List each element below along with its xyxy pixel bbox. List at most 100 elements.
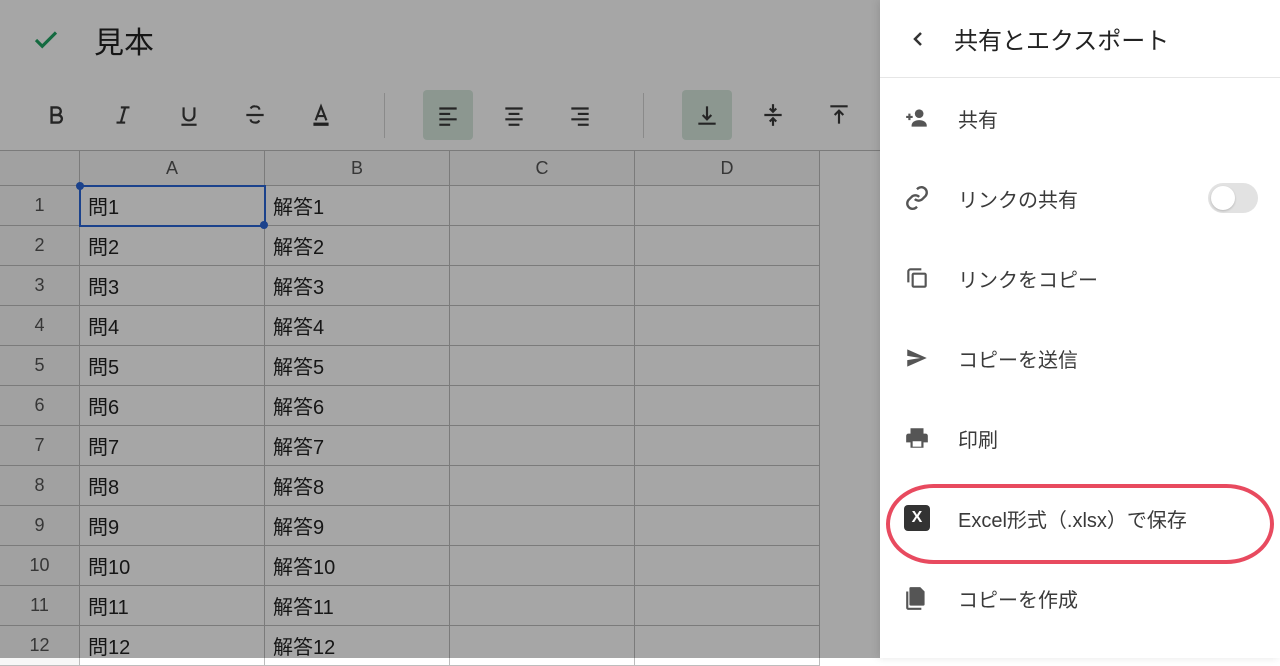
row-header[interactable]: 4 (0, 306, 80, 346)
valign-bottom-button[interactable] (682, 90, 732, 140)
cell[interactable] (450, 266, 635, 306)
strikethrough-button[interactable] (230, 90, 280, 140)
row-header[interactable]: 11 (0, 586, 80, 626)
cell[interactable] (450, 186, 635, 226)
cell[interactable]: 解答3 (265, 266, 450, 306)
column-header[interactable]: B (265, 151, 450, 186)
share-item[interactable]: 共有 (880, 78, 1280, 158)
link-share-toggle[interactable] (1208, 183, 1258, 213)
cell[interactable]: 解答10 (265, 546, 450, 586)
cell[interactable] (450, 626, 635, 666)
document-title[interactable]: 見本 (94, 18, 154, 62)
link-share-label: リンクの共有 (958, 184, 1182, 213)
copy-icon (902, 263, 932, 293)
select-all-corner[interactable] (0, 151, 80, 186)
cell[interactable] (635, 186, 820, 226)
link-icon (902, 183, 932, 213)
print-item[interactable]: 印刷 (880, 398, 1280, 478)
cell[interactable]: 問8 (80, 466, 265, 506)
confirm-check-icon[interactable] (30, 24, 62, 56)
cell[interactable] (450, 586, 635, 626)
valign-middle-button[interactable] (748, 90, 798, 140)
valign-top-button[interactable] (814, 90, 864, 140)
panel-header: 共有とエクスポート (880, 0, 1280, 78)
column-header[interactable]: A (80, 151, 265, 186)
cell[interactable]: 問5 (80, 346, 265, 386)
cell[interactable] (450, 506, 635, 546)
row-header[interactable]: 1 (0, 186, 80, 226)
cell[interactable]: 解答5 (265, 346, 450, 386)
cell[interactable]: 問10 (80, 546, 265, 586)
bold-button[interactable] (32, 90, 82, 140)
cell[interactable]: 解答12 (265, 626, 450, 666)
copy-link-item[interactable]: リンクをコピー (880, 238, 1280, 318)
cell[interactable]: 解答9 (265, 506, 450, 546)
underline-button[interactable] (164, 90, 214, 140)
send-icon (902, 343, 932, 373)
printer-icon (902, 423, 932, 453)
align-center-button[interactable] (489, 90, 539, 140)
cell[interactable] (635, 466, 820, 506)
cell[interactable]: 解答2 (265, 226, 450, 266)
row-header[interactable]: 6 (0, 386, 80, 426)
cell[interactable] (450, 386, 635, 426)
cell[interactable] (635, 426, 820, 466)
cell[interactable]: 問9 (80, 506, 265, 546)
back-button[interactable] (900, 21, 936, 57)
row-header[interactable]: 8 (0, 466, 80, 506)
toolbar-separator (643, 93, 644, 138)
cell[interactable] (635, 586, 820, 626)
print-label: 印刷 (958, 424, 1258, 453)
cell[interactable]: 問4 (80, 306, 265, 346)
cell[interactable]: 問1 (80, 186, 265, 226)
row-header[interactable]: 10 (0, 546, 80, 586)
cell[interactable]: 解答8 (265, 466, 450, 506)
make-copy-item[interactable]: コピーを作成 (880, 558, 1280, 638)
cell[interactable] (450, 466, 635, 506)
cell[interactable]: 問6 (80, 386, 265, 426)
cell[interactable] (450, 426, 635, 466)
row-header[interactable]: 3 (0, 266, 80, 306)
cell[interactable]: 問11 (80, 586, 265, 626)
cell[interactable]: 問7 (80, 426, 265, 466)
cell[interactable]: 解答11 (265, 586, 450, 626)
copy-link-label: リンクをコピー (958, 264, 1258, 293)
column-header[interactable]: D (635, 151, 820, 186)
align-right-button[interactable] (555, 90, 605, 140)
column-header[interactable]: C (450, 151, 635, 186)
share-label: 共有 (958, 104, 1258, 133)
align-left-button[interactable] (423, 90, 473, 140)
cell[interactable]: 問3 (80, 266, 265, 306)
row-header[interactable]: 9 (0, 506, 80, 546)
cell[interactable] (635, 626, 820, 666)
cell[interactable] (635, 546, 820, 586)
cell[interactable] (450, 226, 635, 266)
cell[interactable] (635, 226, 820, 266)
send-copy-item[interactable]: コピーを送信 (880, 318, 1280, 398)
cell[interactable]: 問2 (80, 226, 265, 266)
cell[interactable] (635, 266, 820, 306)
cell[interactable] (635, 386, 820, 426)
toolbar-separator (384, 93, 385, 138)
cell[interactable]: 解答1 (265, 186, 450, 226)
cell[interactable]: 解答6 (265, 386, 450, 426)
link-share-item[interactable]: リンクの共有 (880, 158, 1280, 238)
cell[interactable] (635, 306, 820, 346)
row-header[interactable]: 7 (0, 426, 80, 466)
cell[interactable] (450, 546, 635, 586)
make-copy-label: コピーを作成 (958, 584, 1258, 613)
cell[interactable] (635, 506, 820, 546)
row-header[interactable]: 5 (0, 346, 80, 386)
cell[interactable]: 解答7 (265, 426, 450, 466)
save-xlsx-item[interactable]: X Excel形式（.xlsx）で保存 (880, 478, 1280, 558)
text-color-button[interactable] (296, 90, 346, 140)
cell[interactable]: 問12 (80, 626, 265, 666)
save-xlsx-label: Excel形式（.xlsx）で保存 (958, 504, 1258, 533)
row-header[interactable]: 12 (0, 626, 80, 666)
cell[interactable]: 解答4 (265, 306, 450, 346)
cell[interactable] (635, 346, 820, 386)
italic-button[interactable] (98, 90, 148, 140)
row-header[interactable]: 2 (0, 226, 80, 266)
cell[interactable] (450, 346, 635, 386)
cell[interactable] (450, 306, 635, 346)
